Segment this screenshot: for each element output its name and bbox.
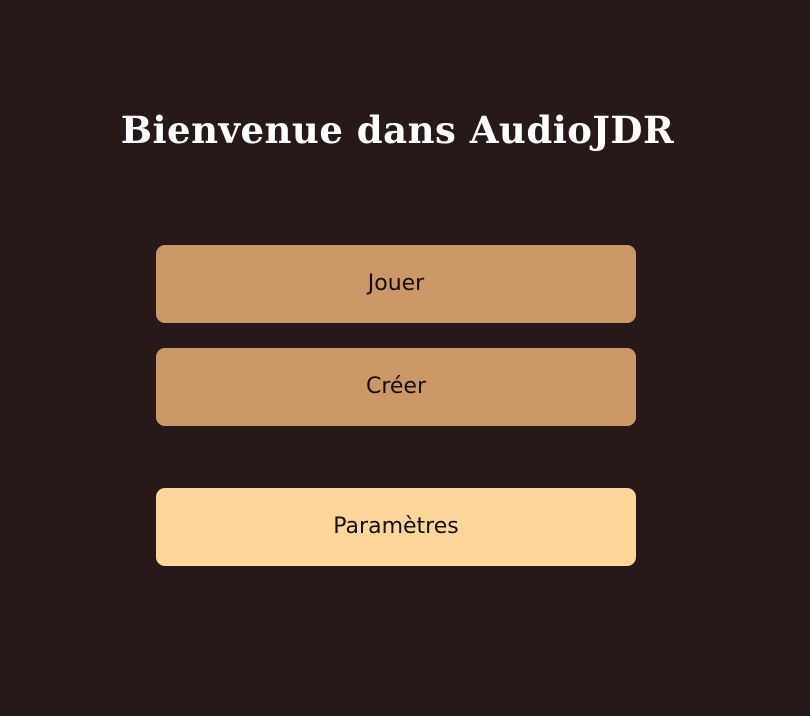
create-button[interactable]: Créer [156,348,636,426]
page-title: Bienvenue dans AudioJDR [120,108,675,152]
settings-button[interactable]: Paramètres [156,488,636,566]
play-button[interactable]: Jouer [156,245,636,323]
